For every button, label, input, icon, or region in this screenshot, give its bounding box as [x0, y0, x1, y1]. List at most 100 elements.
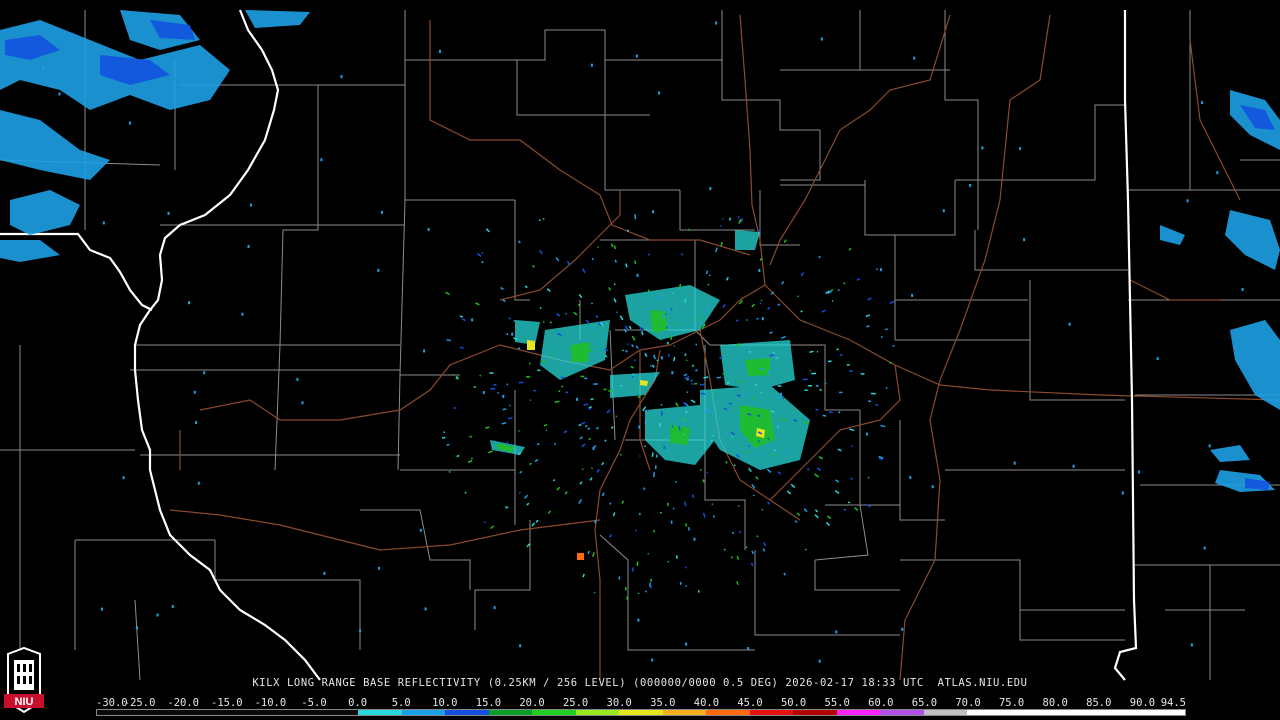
colorscale-segment: [445, 710, 489, 715]
echo-speckle: [700, 383, 705, 386]
colorscale-label: 94.5: [1160, 697, 1186, 709]
echo-speckle: [561, 385, 564, 388]
echo-speckle: [866, 432, 869, 436]
echo-speckle: [493, 384, 497, 386]
echo-speckle: [509, 404, 511, 407]
echo-speckle: [1203, 546, 1206, 550]
colorscale-label: 0.0: [348, 697, 368, 709]
echo-speckle: [660, 411, 663, 416]
colorscale-segment: [314, 710, 359, 715]
echo-speckle: [1121, 491, 1124, 495]
echo-speckle: [671, 371, 674, 375]
colorscale-segment: [227, 710, 272, 715]
colorscale-segment: [184, 710, 228, 715]
echo-speckle: [1186, 199, 1189, 203]
echo-speckle: [672, 507, 675, 510]
echo-speckle: [715, 21, 718, 25]
echo-speckle: [489, 372, 494, 374]
colorscale-segment: [1141, 710, 1185, 715]
colorscale-segment: [880, 710, 924, 715]
colorscale-label: 10.0: [432, 697, 458, 709]
echo-speckle: [455, 376, 459, 379]
colorscale-segment: [97, 710, 141, 715]
colorscale-segment: [1010, 710, 1055, 715]
echo-speckle: [1216, 171, 1219, 175]
echo-speckle: [666, 326, 668, 329]
colorscale-label: -5.0: [301, 697, 327, 709]
echo-speckle: [493, 606, 496, 610]
echo-speckle: [913, 56, 916, 60]
echo-speckle: [637, 592, 640, 594]
echo-speckle: [529, 399, 532, 402]
colorscale-label: 35.0: [650, 697, 676, 709]
echo-speckle: [296, 377, 299, 381]
echo-speckle: [769, 369, 771, 371]
echo-speckle: [637, 618, 640, 622]
echo-speckle: [875, 404, 879, 406]
echo-speckle: [171, 605, 174, 608]
echo-speckle: [301, 401, 304, 405]
echo-speckle: [758, 269, 761, 272]
echo-speckle: [681, 253, 683, 256]
colorscale-label: 50.0: [780, 697, 807, 709]
echo-speckle: [870, 392, 876, 395]
echo-speckle: [661, 434, 664, 436]
echo-speckle: [1241, 288, 1244, 291]
echo-speckle: [584, 377, 588, 380]
colorscale-label: 45.0: [737, 697, 763, 709]
echo-speckle: [471, 318, 474, 322]
echo-speckle: [122, 476, 125, 480]
echo-speckle: [768, 370, 771, 374]
echo-speckle: [1190, 643, 1193, 647]
echo-speckle: [1201, 101, 1204, 105]
echo-speckle: [694, 382, 698, 385]
colorscale-label: -10.0: [254, 697, 287, 709]
echo-speckle: [667, 502, 669, 506]
colorscale-segment: [662, 710, 707, 715]
echo-speckle: [1023, 238, 1026, 242]
echo-speckle: [704, 410, 707, 414]
echo-speckle: [655, 454, 658, 458]
echo-speckle: [592, 447, 595, 451]
colorscale-segment: [271, 710, 315, 715]
colorscale-segment: [967, 710, 1011, 715]
echo-speckle: [565, 391, 569, 394]
echo-speckle: [761, 317, 764, 321]
echo-speckle: [167, 211, 170, 215]
echo-speckle: [634, 529, 637, 532]
echo-speckle: [670, 520, 673, 524]
echo-speckle: [1013, 461, 1016, 465]
colorscale-segment: [706, 710, 750, 715]
colorscale-segment: [619, 710, 663, 715]
echo-speckle: [808, 385, 812, 387]
echo-speckle: [780, 392, 782, 396]
echo-speckle: [660, 403, 663, 406]
echo-speckle: [102, 221, 105, 225]
echo-speckle: [511, 332, 514, 336]
echo-speckle: [247, 245, 250, 248]
echo-speckle: [658, 91, 661, 95]
echo-speckle: [839, 391, 843, 394]
echo-speckle: [136, 626, 138, 630]
colorscale-label: 85.0: [1086, 697, 1112, 709]
colorscale-segment: [749, 710, 794, 715]
echo-speckle: [662, 314, 664, 319]
echo-speckle: [651, 658, 654, 662]
echo-speckle: [911, 293, 914, 297]
echo-speckle: [942, 209, 945, 213]
echo-speckle: [860, 373, 865, 375]
colorscale-segment: [488, 710, 533, 715]
colorscale-segment: [401, 710, 446, 715]
colorscale-label: 15.0: [475, 697, 502, 709]
echo-speckle: [802, 378, 808, 381]
colorscale-segment: [836, 710, 881, 715]
colorscale-label: 55.0: [824, 697, 850, 709]
echo-speckle: [560, 376, 566, 379]
echo-speckle: [590, 63, 593, 67]
echo-speckle: [647, 552, 649, 555]
echo-speckle: [424, 607, 427, 611]
echo-speckle: [737, 380, 742, 383]
colorscale-label: 70.0: [955, 697, 981, 709]
echo-speckle: [747, 647, 750, 651]
echo-speckle: [815, 385, 819, 387]
